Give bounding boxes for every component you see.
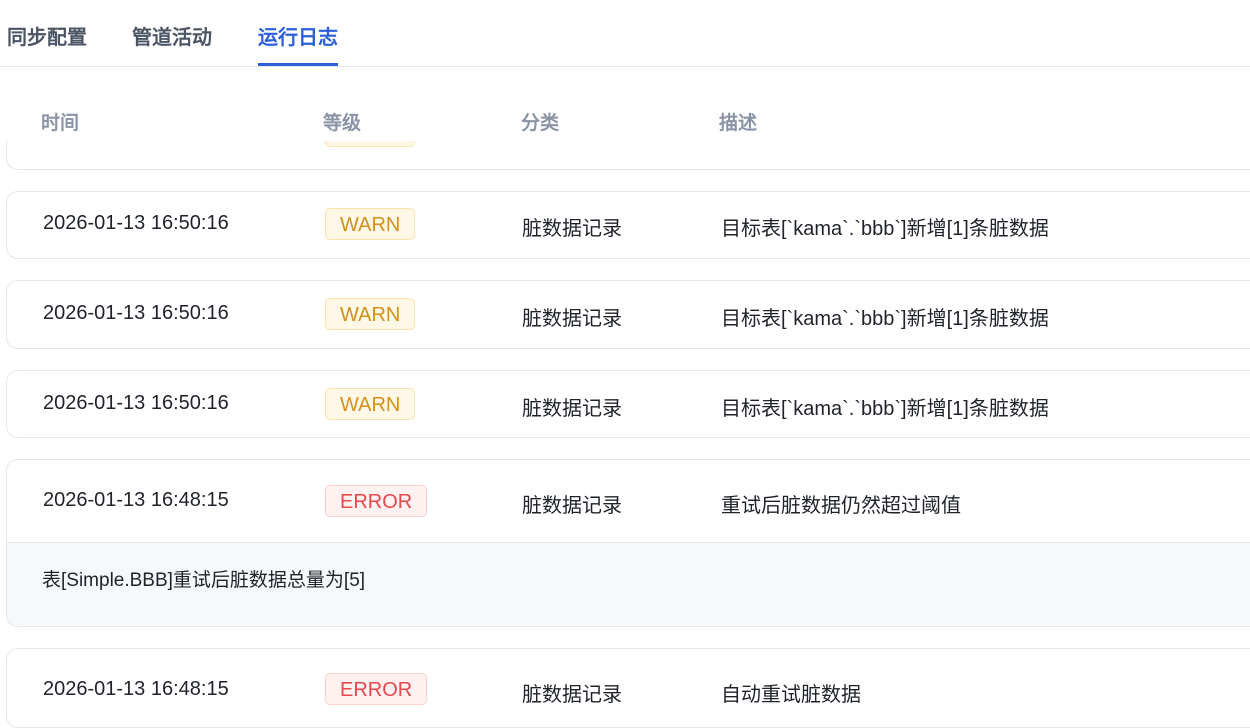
- log-description: 目标表[`kama`.`bbb`]新增[1]条脏数据: [721, 308, 1049, 330]
- level-badge: ERROR: [325, 485, 428, 517]
- column-header-category: 分类: [521, 113, 560, 134]
- log-row-main: 2026-01-13 16:48:15 ERROR 脏数据记录 重试后脏数据仍然…: [7, 460, 1250, 527]
- log-category: 脏数据记录: [522, 684, 622, 706]
- log-category: 脏数据记录: [522, 308, 622, 330]
- log-time: 2026-01-13 16:50:16: [43, 302, 229, 324]
- log-category: 脏数据记录: [522, 495, 622, 517]
- log-time: 2026-01-13 16:48:15: [43, 678, 229, 700]
- log-description: 目标表[`kama`.`bbb`]新增[1]条脏数据: [721, 218, 1049, 240]
- column-header-level: 等级: [323, 113, 362, 134]
- log-row[interactable]: 2026-01-13 16:50:16 WARN 脏数据记录 目标表[`kama…: [6, 280, 1250, 349]
- log-time: 2026-01-13 16:50:16: [43, 392, 229, 414]
- log-row[interactable]: 2026-01-13 16:50:16 WARN 脏数据记录 目标表[`kama…: [6, 370, 1250, 438]
- log-description: 自动重试脏数据: [721, 684, 861, 706]
- log-detail-panel: 表[Simple.BBB]重试后脏数据总量为[5]: [7, 542, 1250, 626]
- log-row[interactable]: 2026-01-13 16:48:15 ERROR 脏数据记录 自动重试脏数据: [6, 648, 1250, 728]
- log-row-main: 2026-01-13 16:50:16 WARN 脏数据记录 目标表[`kama…: [7, 192, 1250, 259]
- log-time: 2026-01-13 16:48:15: [43, 489, 229, 511]
- level-badge: ERROR: [325, 673, 428, 705]
- log-category: 脏数据记录: [522, 218, 622, 240]
- column-header-time: 时间: [41, 113, 80, 134]
- log-detail-text: 表[Simple.BBB]重试后脏数据总量为[5]: [42, 570, 366, 591]
- log-row-expanded[interactable]: 2026-01-13 16:48:15 ERROR 脏数据记录 重试后脏数据仍然…: [6, 459, 1250, 627]
- log-row-main: 2026-01-13 16:50:16 WARN 脏数据记录 目标表[`kama…: [7, 281, 1250, 348]
- level-badge: WARN: [325, 208, 416, 240]
- table-header: 时间 等级 分类 描述: [0, 108, 1250, 138]
- log-row[interactable]: 2026-01-13 16:50:16 WARN 脏数据记录 目标表[`kama…: [6, 191, 1250, 259]
- log-list[interactable]: WARN 时间 等级 分类 描述 2026-01-13 16:50:16 WAR…: [0, 0, 1250, 728]
- level-badge: WARN: [325, 298, 416, 330]
- column-header-description: 描述: [719, 113, 758, 134]
- level-badge: WARN: [325, 388, 416, 420]
- log-row-main: 2026-01-13 16:50:16 WARN 脏数据记录 目标表[`kama…: [7, 371, 1250, 438]
- log-description: 重试后脏数据仍然超过阈值: [721, 495, 961, 517]
- log-category: 脏数据记录: [522, 398, 622, 420]
- log-time: 2026-01-13 16:50:16: [43, 212, 229, 234]
- log-description: 目标表[`kama`.`bbb`]新增[1]条脏数据: [721, 398, 1049, 420]
